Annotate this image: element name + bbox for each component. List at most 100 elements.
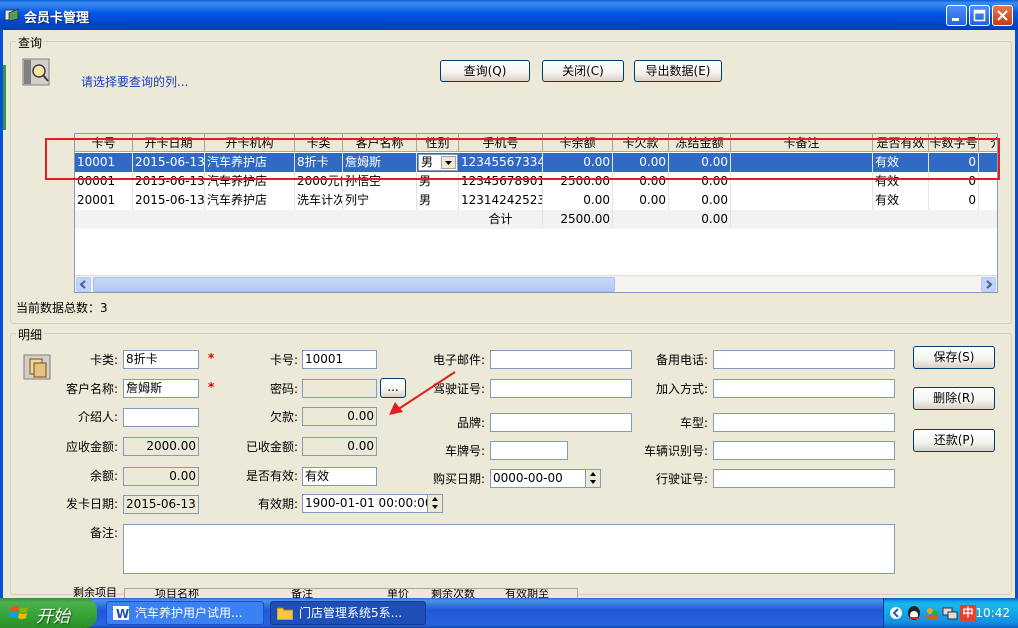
export-button[interactable]: 导出数据(E)	[634, 60, 722, 82]
repay-button[interactable]: 还款(P)	[913, 429, 995, 452]
card-type-field[interactable]: 8折卡	[123, 350, 199, 369]
taskbar-item-store[interactable]: 门店管理系统5系...	[270, 601, 426, 625]
sub-col-price: 单价	[387, 588, 409, 598]
save-button[interactable]: 保存(S)	[913, 346, 995, 369]
scroll-thumb[interactable]	[93, 277, 615, 292]
required-mark: *	[208, 380, 215, 394]
customer-label: 客户名称:	[65, 382, 118, 396]
minimize-icon	[952, 18, 959, 21]
close-form-button[interactable]: 关闭(C)	[542, 60, 624, 82]
detail-icon	[23, 354, 51, 380]
received-field[interactable]: 0.00	[302, 437, 377, 456]
system-tray: 中 10:42	[883, 598, 1018, 628]
left-accent	[3, 65, 6, 130]
sub-col-note: 备注	[291, 588, 313, 598]
word-icon: W	[113, 606, 129, 620]
receivable-label: 应收金额:	[65, 440, 118, 454]
cell-date: 2015-06-13	[133, 191, 205, 210]
password-label: 密码:	[269, 382, 298, 396]
close-icon	[997, 10, 1008, 21]
start-button[interactable]: 开始	[0, 598, 97, 628]
find-icon	[22, 58, 50, 86]
main-window: 查询 请选择要查询的列... 查询(Q) 关闭(C) 导出数据(E) 卡号 开卡…	[0, 30, 1018, 598]
scroll-right-button[interactable]	[981, 277, 996, 292]
join-field[interactable]	[713, 379, 895, 398]
close-button[interactable]	[992, 5, 1013, 26]
backup-phone-field[interactable]	[713, 350, 895, 369]
balance-field[interactable]: 0.00	[123, 467, 199, 486]
minimize-button[interactable]	[946, 5, 967, 26]
taskbar-item-word[interactable]: W 汽车养护用户试用...	[106, 601, 264, 625]
cell-digital: 0	[929, 191, 979, 210]
expiry-value: 1900-01-01 00:00:00	[305, 496, 433, 510]
license-field[interactable]	[490, 379, 632, 398]
backup-phone-label: 备用电话:	[655, 353, 708, 367]
expiry-spinner[interactable]	[427, 495, 442, 512]
email-field[interactable]	[490, 350, 632, 369]
cell-frozen: 0.00	[669, 191, 731, 210]
brand-field[interactable]	[490, 413, 632, 432]
query-button[interactable]: 查询(Q)	[440, 60, 530, 82]
cell-remark	[731, 191, 873, 210]
date-spinner[interactable]	[585, 470, 600, 487]
driving-field[interactable]	[713, 469, 895, 488]
card-no-field[interactable]: 10001	[302, 350, 377, 369]
debt-label: 欠款:	[269, 410, 298, 424]
plate-field[interactable]	[490, 441, 568, 460]
title-bar[interactable]: 会员卡管理	[0, 0, 1018, 30]
customer-field[interactable]: 詹姆斯	[123, 379, 199, 398]
query-hint[interactable]: 请选择要查询的列...	[81, 73, 188, 90]
model-label: 车型:	[679, 416, 708, 430]
expiry-label: 有效期:	[257, 497, 298, 511]
cell-type: 洗车计次	[295, 191, 343, 210]
windows-logo-icon	[9, 606, 28, 619]
cell-valid: 有效	[873, 191, 929, 210]
receivable-field[interactable]: 2000.00	[123, 437, 199, 456]
note-textarea[interactable]	[123, 524, 895, 574]
cell-org: 汽车养护店	[205, 191, 295, 210]
vin-field[interactable]	[713, 441, 895, 460]
model-field[interactable]	[713, 413, 895, 432]
query-group-label: 查询	[16, 34, 45, 51]
received-label: 已收金额:	[245, 440, 298, 454]
sub-col-remaining: 剩余次数	[431, 588, 475, 598]
total-label: 合计	[459, 210, 543, 229]
delete-button[interactable]: 删除(R)	[913, 387, 995, 410]
maximize-icon	[973, 9, 986, 22]
horizontal-scrollbar[interactable]	[75, 275, 997, 292]
cell-balance: 0.00	[543, 191, 613, 210]
scroll-left-button[interactable]	[76, 277, 91, 292]
maximize-button[interactable]	[969, 5, 990, 26]
valid-label: 是否有效:	[245, 469, 298, 483]
cell-card-no: 20001	[75, 191, 133, 210]
join-label: 加入方式:	[655, 382, 708, 396]
purchase-label: 购买日期:	[432, 472, 485, 486]
app-icon	[4, 8, 19, 22]
svg-text:W: W	[116, 607, 129, 620]
qq-icon[interactable]	[906, 605, 922, 621]
people-icon[interactable]	[924, 605, 940, 621]
plate-label: 车牌号:	[444, 444, 485, 458]
sub-grid-header: 项目名称 备注 单价 剩余次数 有效期至	[124, 588, 578, 598]
taskbar: 开始 W 汽车养护用户试用... 门店管理系统5系... 中 10:42	[0, 598, 1018, 628]
sub-col-name: 项目名称	[155, 588, 199, 598]
tray-arrow-icon[interactable]	[889, 606, 903, 620]
issue-date-field[interactable]: 2015-06-13	[123, 495, 199, 514]
required-mark: *	[208, 351, 215, 365]
card-type-label: 卡类:	[89, 353, 118, 367]
table-row[interactable]: 20001 2015-06-13 汽车养护店 洗车计次 列宁 男 1231424…	[75, 191, 997, 210]
valid-field[interactable]: 有效	[302, 467, 377, 486]
password-field[interactable]	[302, 379, 377, 398]
referrer-field[interactable]	[123, 408, 199, 427]
detail-group-label: 明细	[16, 326, 45, 343]
brand-label: 品牌:	[456, 416, 485, 430]
taskbar-item-label: 门店管理系统5系...	[299, 606, 403, 620]
issue-date-label: 发卡日期:	[65, 497, 118, 511]
ime-indicator[interactable]: 中	[960, 605, 976, 621]
purchase-date-field[interactable]: 0000-00-00	[490, 469, 601, 488]
network-icon[interactable]	[942, 605, 958, 621]
debt-field[interactable]: 0.00	[302, 407, 377, 426]
chevron-left-icon	[79, 280, 86, 289]
start-label: 开始	[36, 607, 70, 627]
expiry-field[interactable]: 1900-01-01 00:00:00	[302, 494, 443, 513]
